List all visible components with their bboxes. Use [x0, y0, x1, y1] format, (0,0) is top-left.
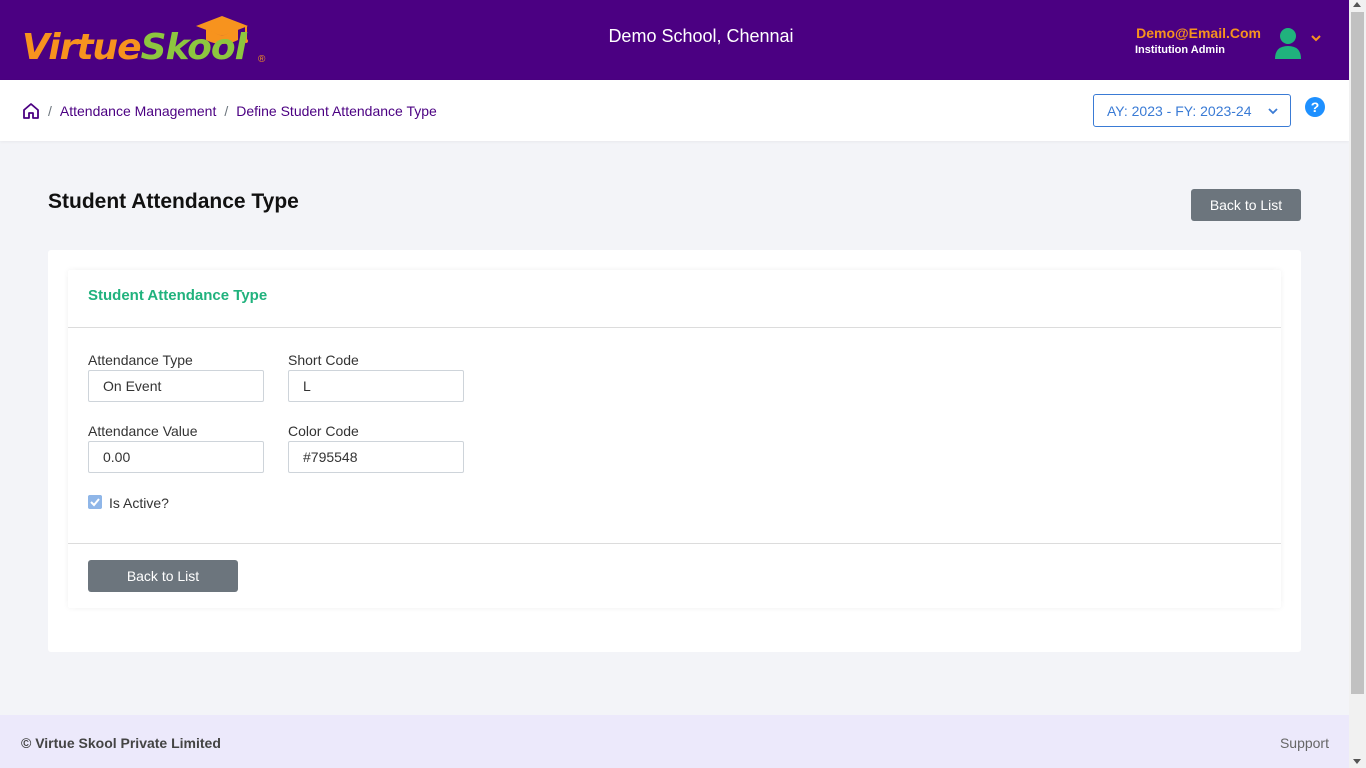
card-header: Student Attendance Type — [68, 270, 1281, 328]
breadcrumb-attendance-management[interactable]: Attendance Management — [60, 103, 216, 119]
user-email[interactable]: Demo@Email.Com — [1136, 25, 1261, 41]
virtueskool-logo[interactable]: VirtueSkool ® — [22, 14, 272, 70]
logo-registered-mark: ® — [258, 54, 266, 65]
breadcrumb: / Attendance Management / Define Student At… — [48, 103, 437, 119]
form-container: Student Attendance Type Attendance Type … — [48, 250, 1301, 652]
breadcrumb-separator: / — [48, 103, 52, 119]
top-navbar: VirtueSkool ® Demo School, Chennai Demo@… — [0, 0, 1349, 80]
logo-virtue: Virtue — [22, 27, 142, 68]
back-to-list-button[interactable]: Back to List — [1191, 189, 1301, 221]
copyright-text: © Virtue Skool Private Limited — [21, 735, 221, 751]
scrollbar-thumb[interactable] — [1351, 12, 1364, 694]
attendance-type-label: Attendance Type — [88, 352, 193, 368]
card-footer-divider — [68, 543, 1281, 544]
page-footer: © Virtue Skool Private Limited Support — [0, 715, 1349, 768]
attendance-value-label: Attendance Value — [88, 423, 198, 439]
breadcrumb-separator: / — [224, 103, 229, 119]
user-role: Institution Admin — [1134, 44, 1225, 56]
logo-wordmark: VirtueSkool — [22, 27, 247, 68]
color-code-label: Color Code — [288, 423, 359, 439]
back-to-list-footer-button[interactable]: Back to List — [88, 560, 238, 592]
support-link[interactable]: Support — [1280, 735, 1329, 751]
academic-year-value: AY: 2023 - FY: 2023-24 — [1107, 103, 1252, 119]
is-active-checkbox[interactable] — [88, 495, 102, 509]
short-code-label: Short Code — [288, 352, 359, 368]
attendance-type-card: Student Attendance Type Attendance Type … — [68, 270, 1281, 608]
logo-skool: Skool — [140, 27, 247, 68]
breadcrumb-bar: / Attendance Management / Define Student At… — [0, 80, 1349, 141]
user-avatar-icon[interactable] — [1274, 26, 1302, 60]
scroll-down-arrow-icon[interactable] — [1353, 759, 1361, 764]
short-code-input[interactable] — [288, 370, 464, 402]
chevron-down-icon[interactable] — [1310, 33, 1322, 43]
color-code-input[interactable] — [288, 441, 464, 473]
breadcrumb-current-page: Define Student Attendance Type — [236, 103, 437, 119]
school-name: Demo School, Chennai — [608, 26, 794, 46]
chevron-down-icon — [1268, 108, 1278, 115]
attendance-value-input[interactable] — [88, 441, 264, 473]
card-title: Student Attendance Type — [88, 287, 268, 304]
attendance-type-input[interactable] — [88, 370, 264, 402]
is-active-label: Is Active? — [109, 495, 169, 511]
scroll-up-arrow-icon[interactable] — [1353, 2, 1361, 7]
page-title: Student Attendance Type — [48, 190, 299, 213]
home-icon[interactable] — [22, 102, 40, 120]
vertical-scrollbar[interactable] — [1349, 0, 1366, 768]
help-icon[interactable]: ? — [1305, 97, 1325, 117]
academic-year-select[interactable]: AY: 2023 - FY: 2023-24 — [1093, 94, 1291, 127]
